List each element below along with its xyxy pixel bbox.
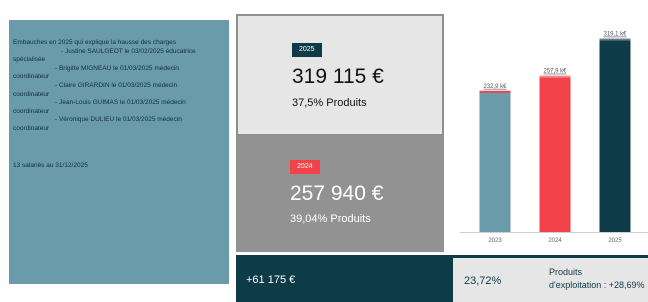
x-tick-2023: 2023 — [488, 238, 502, 244]
notes-line: - Claire GIRARDIN le 01/03/2025 médecin — [55, 81, 178, 89]
bar-2024 — [539, 75, 571, 233]
year-tag-2024: 2024 — [290, 160, 320, 174]
notes-line: coordinateur — [13, 107, 50, 115]
notes-line: coordinateur — [13, 73, 50, 81]
bar-2025 — [599, 38, 631, 232]
bar-cap-2023 — [479, 90, 511, 93]
notes-line: - Brigitte MIGNEAU le 01/03/2025 médecin — [55, 64, 179, 72]
notes-heading: Embauches en 2025 qui explique la hausse… — [13, 39, 176, 46]
amount-2024: 257 940 € — [290, 182, 384, 205]
notes-line: - Jean-Louis GUIMAS le 01/03/2025 médeci… — [55, 99, 186, 107]
bar-2023 — [479, 90, 511, 233]
kpi-card-2024: 2024 257 940 € 39,04% Produits — [236, 136, 444, 252]
produits-label: Produits — [549, 267, 583, 277]
summary-bar: +61 175 € 23,72% Produits d'exploitation… — [236, 255, 648, 302]
notes-panel: Embauches en 2025 qui explique la hausse… — [9, 20, 229, 284]
year-tag-2025: 2025 — [292, 43, 322, 57]
growth-pct: 23,72% — [464, 275, 502, 287]
data-label-2025: 319,1 k€ — [603, 32, 627, 38]
x-tick-2025: 2025 — [608, 238, 622, 244]
notes-line: coordinateur — [13, 90, 50, 98]
notes-line: coordinateur — [13, 124, 50, 132]
amount-2025: 319 115 € — [292, 65, 384, 88]
bar-chart: 232,9 k€ 2023 257,9 k€ 2024 319,1 k€ 2025 — [454, 14, 648, 252]
produits-exploitation: Produits d'exploitation : +28,69% — [549, 266, 645, 292]
bar-cap-2024 — [539, 75, 571, 78]
growth-panel: 23,72% Produits d'exploitation : +28,69% — [453, 258, 648, 302]
notes-line: - Véronique DULIEU le 01/03/2025 médecin — [55, 116, 182, 124]
kpi-card-2025: 2025 319 115 € 37,5% Produits — [236, 14, 444, 136]
difference-value: +61 175 € — [246, 274, 296, 286]
salaries-count: 13 salariés au 31/12/2025 — [13, 161, 88, 169]
data-label-2023: 232,9 k€ — [483, 84, 507, 90]
produits-pct-2024: 39,04% Produits — [290, 213, 371, 225]
notes-line: - Justine SAULGEOT le 03/02/2025 éducatr… — [61, 47, 196, 55]
bar-cap-2025 — [599, 38, 631, 41]
produits-growth: d'exploitation : +28,69% — [549, 280, 645, 290]
x-tick-2024: 2024 — [548, 238, 562, 244]
bar-chart-svg: 232,9 k€ 2023 257,9 k€ 2024 319,1 k€ 2025 — [460, 32, 648, 244]
produits-pct-2025: 37,5% Produits — [292, 97, 367, 109]
data-label-2024: 257,9 k€ — [543, 69, 567, 75]
notes-line: spécialisée — [13, 56, 46, 64]
